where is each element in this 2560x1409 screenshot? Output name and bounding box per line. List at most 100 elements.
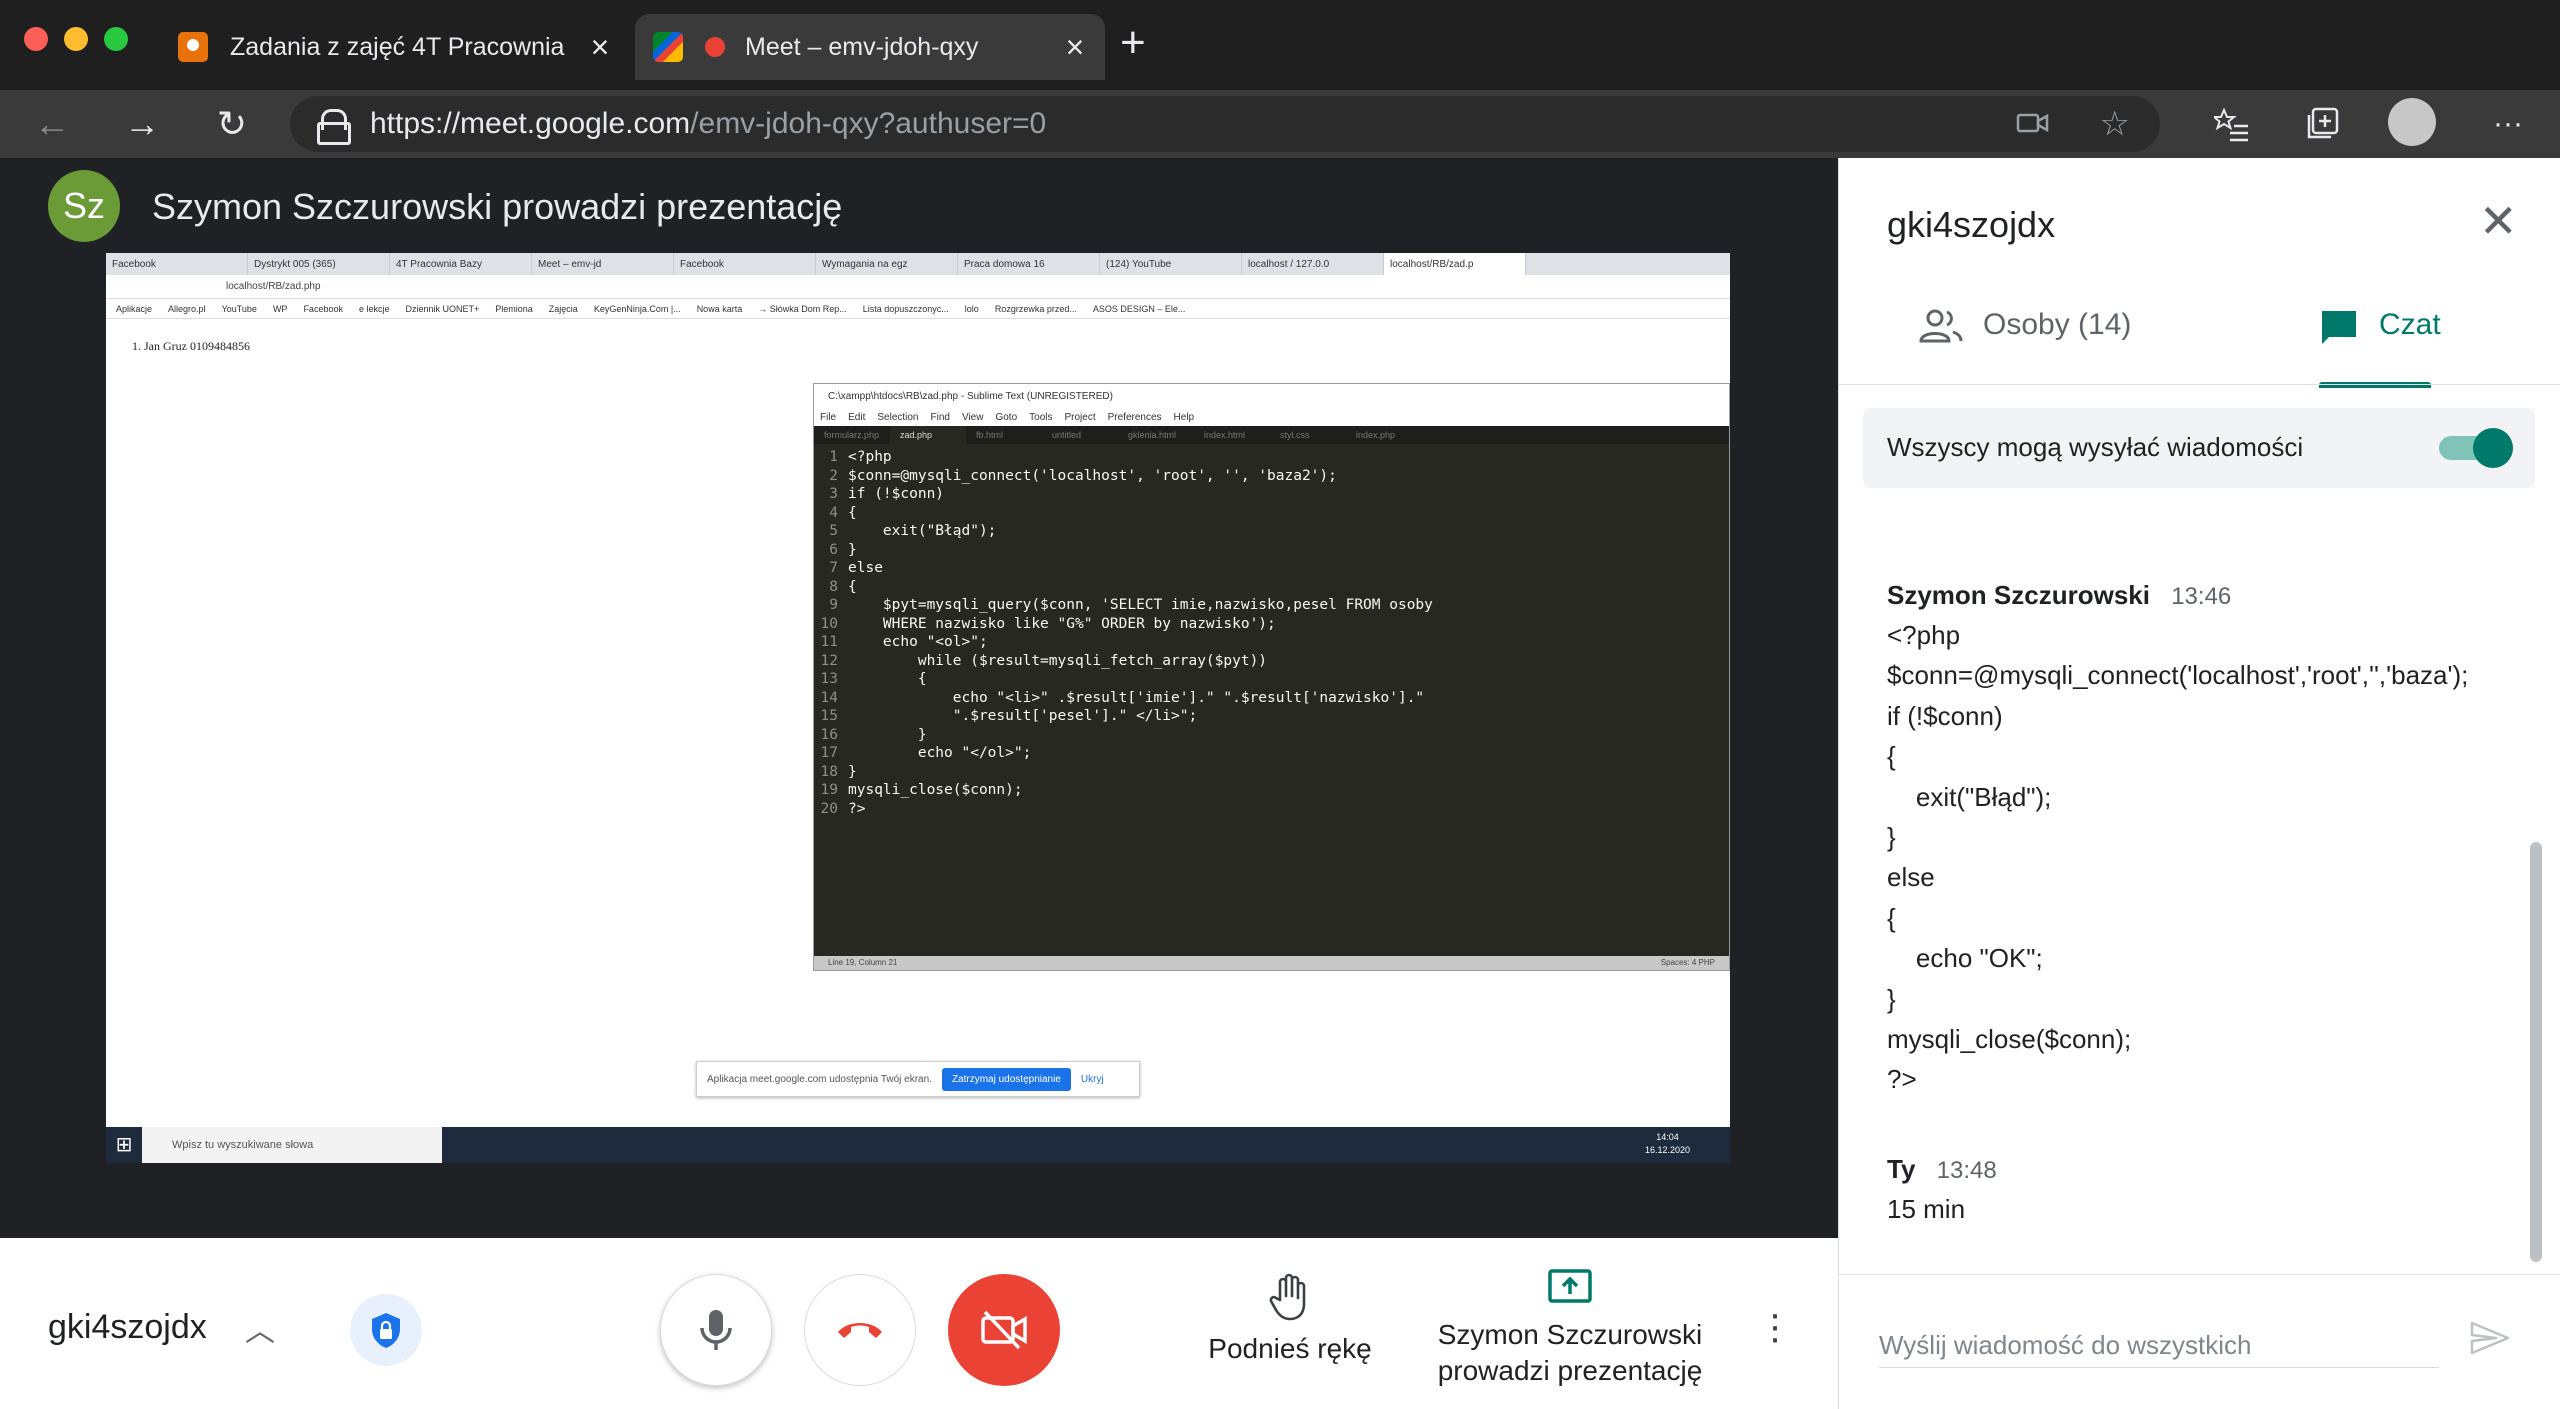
editor-menu: File Edit Selection Find View Goto Tools Projec… xyxy=(814,410,1729,426)
editor-tab: fb.html xyxy=(976,430,1004,440)
tab-people-label: Osoby (14) xyxy=(1983,308,2132,341)
shared-bookmark: Plemiona xyxy=(495,303,533,314)
code-line: 1 <?php xyxy=(829,449,892,465)
host-controls-shield-icon[interactable] xyxy=(350,1294,422,1366)
shared-chrome-tab: localhost/RB/zad.p xyxy=(1384,253,1526,275)
forward-arrow-icon[interactable]: → xyxy=(118,100,166,148)
presentation-button[interactable]: Szymon Szczurowski prowadzi prezentację xyxy=(1420,1268,1720,1389)
editor-menu-item: File xyxy=(820,412,837,423)
code-line: 15 ".$result['pesel']." </li>"; xyxy=(820,708,1198,724)
editor-tab: styl.css xyxy=(1280,430,1310,440)
raise-hand-button[interactable]: Podnieś rękę xyxy=(1190,1272,1390,1365)
code-line: 20 ?> xyxy=(820,800,866,817)
collections-icon[interactable] xyxy=(2298,100,2346,148)
browser-toolbar: ← → ↻ https://meet.google.com/emv-jdoh-q… xyxy=(0,90,2560,158)
more-options-icon[interactable]: ··· xyxy=(2478,100,2538,148)
code-line: 19 mysqli_close($conn); xyxy=(820,782,1023,798)
shared-bookmark: Nowa karta xyxy=(696,303,743,314)
code-area: 1 <?php 2 $conn=@mysqli_connect('localhost'… xyxy=(814,444,1729,818)
shared-bookmark: ASOS DESIGN – Ele... xyxy=(1092,303,1186,314)
panel-title: gki4szojdx xyxy=(1887,204,2056,245)
microphone-button[interactable] xyxy=(660,1274,772,1386)
classroom-icon xyxy=(178,32,208,62)
hide-banner-button: Ukryj xyxy=(1080,1073,1104,1085)
message-sender: Ty xyxy=(1887,1154,1916,1184)
camera-off-icon xyxy=(981,1310,1027,1350)
editor-tab: formularz.php xyxy=(824,430,880,440)
allow-messages-setting: Wszyscy mogą wysyłać wiadomości xyxy=(1863,408,2535,488)
meeting-control-bar: gki4szojdx ︿ Podnieś rękę Szymon Szczuro… xyxy=(0,1238,1838,1409)
input-divider xyxy=(1839,1274,2560,1275)
message-sender: Szymon Szczurowski xyxy=(1887,580,2150,610)
camera-in-use-icon[interactable] xyxy=(2016,110,2050,141)
new-tab-button[interactable]: + xyxy=(1120,18,1146,68)
editor-tab: gklenia.html xyxy=(1128,430,1177,440)
back-arrow-icon[interactable]: ← xyxy=(28,100,76,148)
shared-bookmark: Dziennik UONET+ xyxy=(405,303,480,314)
close-icon[interactable]: × xyxy=(1055,29,1095,66)
favorite-star-icon[interactable]: ☆ xyxy=(2100,104,2130,144)
editor-tabs: formularz.php zad.php fb.html untitled gklen… xyxy=(814,426,1729,444)
sublime-editor-window: C:\xampp\htdocs\RB\zad.php - Sublime Tex… xyxy=(813,383,1730,971)
editor-tab: index.html xyxy=(1204,430,1246,440)
shared-chrome-tab: localhost / 127.0.0 xyxy=(1242,253,1384,275)
window-close-button[interactable] xyxy=(24,27,48,51)
chevron-up-icon[interactable]: ︿ xyxy=(245,1306,275,1350)
chat-message: Szymon Szczurowski 13:46 <?php $conn=@my… xyxy=(1887,580,2468,1100)
shared-chrome-tab: Praca domowa 16 xyxy=(958,253,1100,275)
editor-menu-item: Goto xyxy=(995,412,1018,423)
more-options-vertical-icon[interactable]: · · · xyxy=(1760,1294,1790,1358)
favorites-list-icon[interactable] xyxy=(2208,100,2256,148)
browser-tab-meet[interactable]: Meet – emv-jdoh-qxy × xyxy=(635,14,1105,80)
chat-message: Ty 13:48 15 min xyxy=(1887,1154,1997,1229)
profile-avatar[interactable] xyxy=(2388,98,2436,146)
close-icon[interactable]: × xyxy=(580,29,620,66)
screen-share-banner: Aplikacja meet.google.com udostępnia Twó… xyxy=(696,1061,1140,1097)
present-screen-icon xyxy=(1548,1269,1592,1303)
shared-chrome-tab: Dystrykt 005 (365) xyxy=(248,253,390,275)
code-line: 3 if (!$conn) xyxy=(829,486,945,502)
editor-menu-item: Selection xyxy=(877,412,919,423)
allow-messages-toggle[interactable] xyxy=(2439,428,2513,468)
close-icon[interactable]: ✕ xyxy=(2479,198,2518,244)
allow-messages-label: Wszyscy mogą wysyłać wiadomości xyxy=(1887,432,2304,462)
people-icon xyxy=(1919,309,1963,343)
meeting-code[interactable]: gki4szojdx xyxy=(48,1308,207,1347)
shared-bookmark: → Słówka Dom Rep... xyxy=(758,303,847,314)
window-zoom-button[interactable] xyxy=(104,27,128,51)
code-line: 5 exit("Błąd"); xyxy=(829,523,997,539)
shared-bookmark: KeyGenNinja.Com |... xyxy=(593,303,681,314)
window-minimize-button[interactable] xyxy=(64,27,88,51)
tab-chat[interactable]: Czat xyxy=(2319,308,2441,396)
shared-chrome-tab: Facebook xyxy=(106,253,248,275)
taskbar-search: Wpisz tu wyszukiwane słowa xyxy=(142,1127,442,1163)
tab-chat-label: Czat xyxy=(2379,308,2441,341)
leave-call-button[interactable] xyxy=(804,1274,916,1386)
panel-divider xyxy=(1839,384,2560,385)
windows-taskbar: ⊞ Wpisz tu wyszukiwane słowa 14:04 16.12… xyxy=(106,1127,1730,1163)
camera-button[interactable] xyxy=(948,1274,1060,1386)
shared-bookmark: Lista dopuszczonyc... xyxy=(862,303,949,314)
code-line: 16 } xyxy=(820,726,927,743)
chat-scrollbar[interactable] xyxy=(2530,842,2542,1262)
code-line: 14 echo "<li>" .$result['imie']." ".$res… xyxy=(820,689,1425,706)
browser-tab-classroom[interactable]: Zadania z zajęć 4T Pracownia × xyxy=(160,14,630,80)
send-icon[interactable] xyxy=(2469,1320,2511,1361)
shared-bookmark: Aplikacje xyxy=(116,303,153,314)
microphone-icon xyxy=(700,1310,732,1350)
meet-stage: Sz Szymon Szczurowski prowadzi prezentac… xyxy=(0,158,1838,1238)
presenter-avatar: Sz xyxy=(48,170,120,242)
reload-icon[interactable]: ↻ xyxy=(208,100,256,148)
url-text: https://meet.google.com/emv-jdoh-qxy?aut… xyxy=(370,107,1047,140)
address-bar[interactable]: https://meet.google.com/emv-jdoh-qxy?aut… xyxy=(290,96,2160,152)
chat-side-panel: gki4szojdx ✕ Osoby (14) Czat Wszyscy mog… xyxy=(1838,158,2560,1409)
hang-up-icon xyxy=(838,1323,882,1338)
editor-tab: zad.php xyxy=(890,426,966,444)
code-line: 6} xyxy=(829,541,857,558)
chat-message-input[interactable]: Wyślij wiadomość do wszystkich xyxy=(1879,1318,2439,1368)
message-time: 13:48 xyxy=(1936,1157,1997,1184)
shared-bookmark: Zajęcia xyxy=(548,303,578,314)
hand-icon xyxy=(1269,1273,1306,1321)
editor-menu-item: Find xyxy=(930,412,950,423)
tab-people[interactable]: Osoby (14) xyxy=(1919,308,2131,396)
